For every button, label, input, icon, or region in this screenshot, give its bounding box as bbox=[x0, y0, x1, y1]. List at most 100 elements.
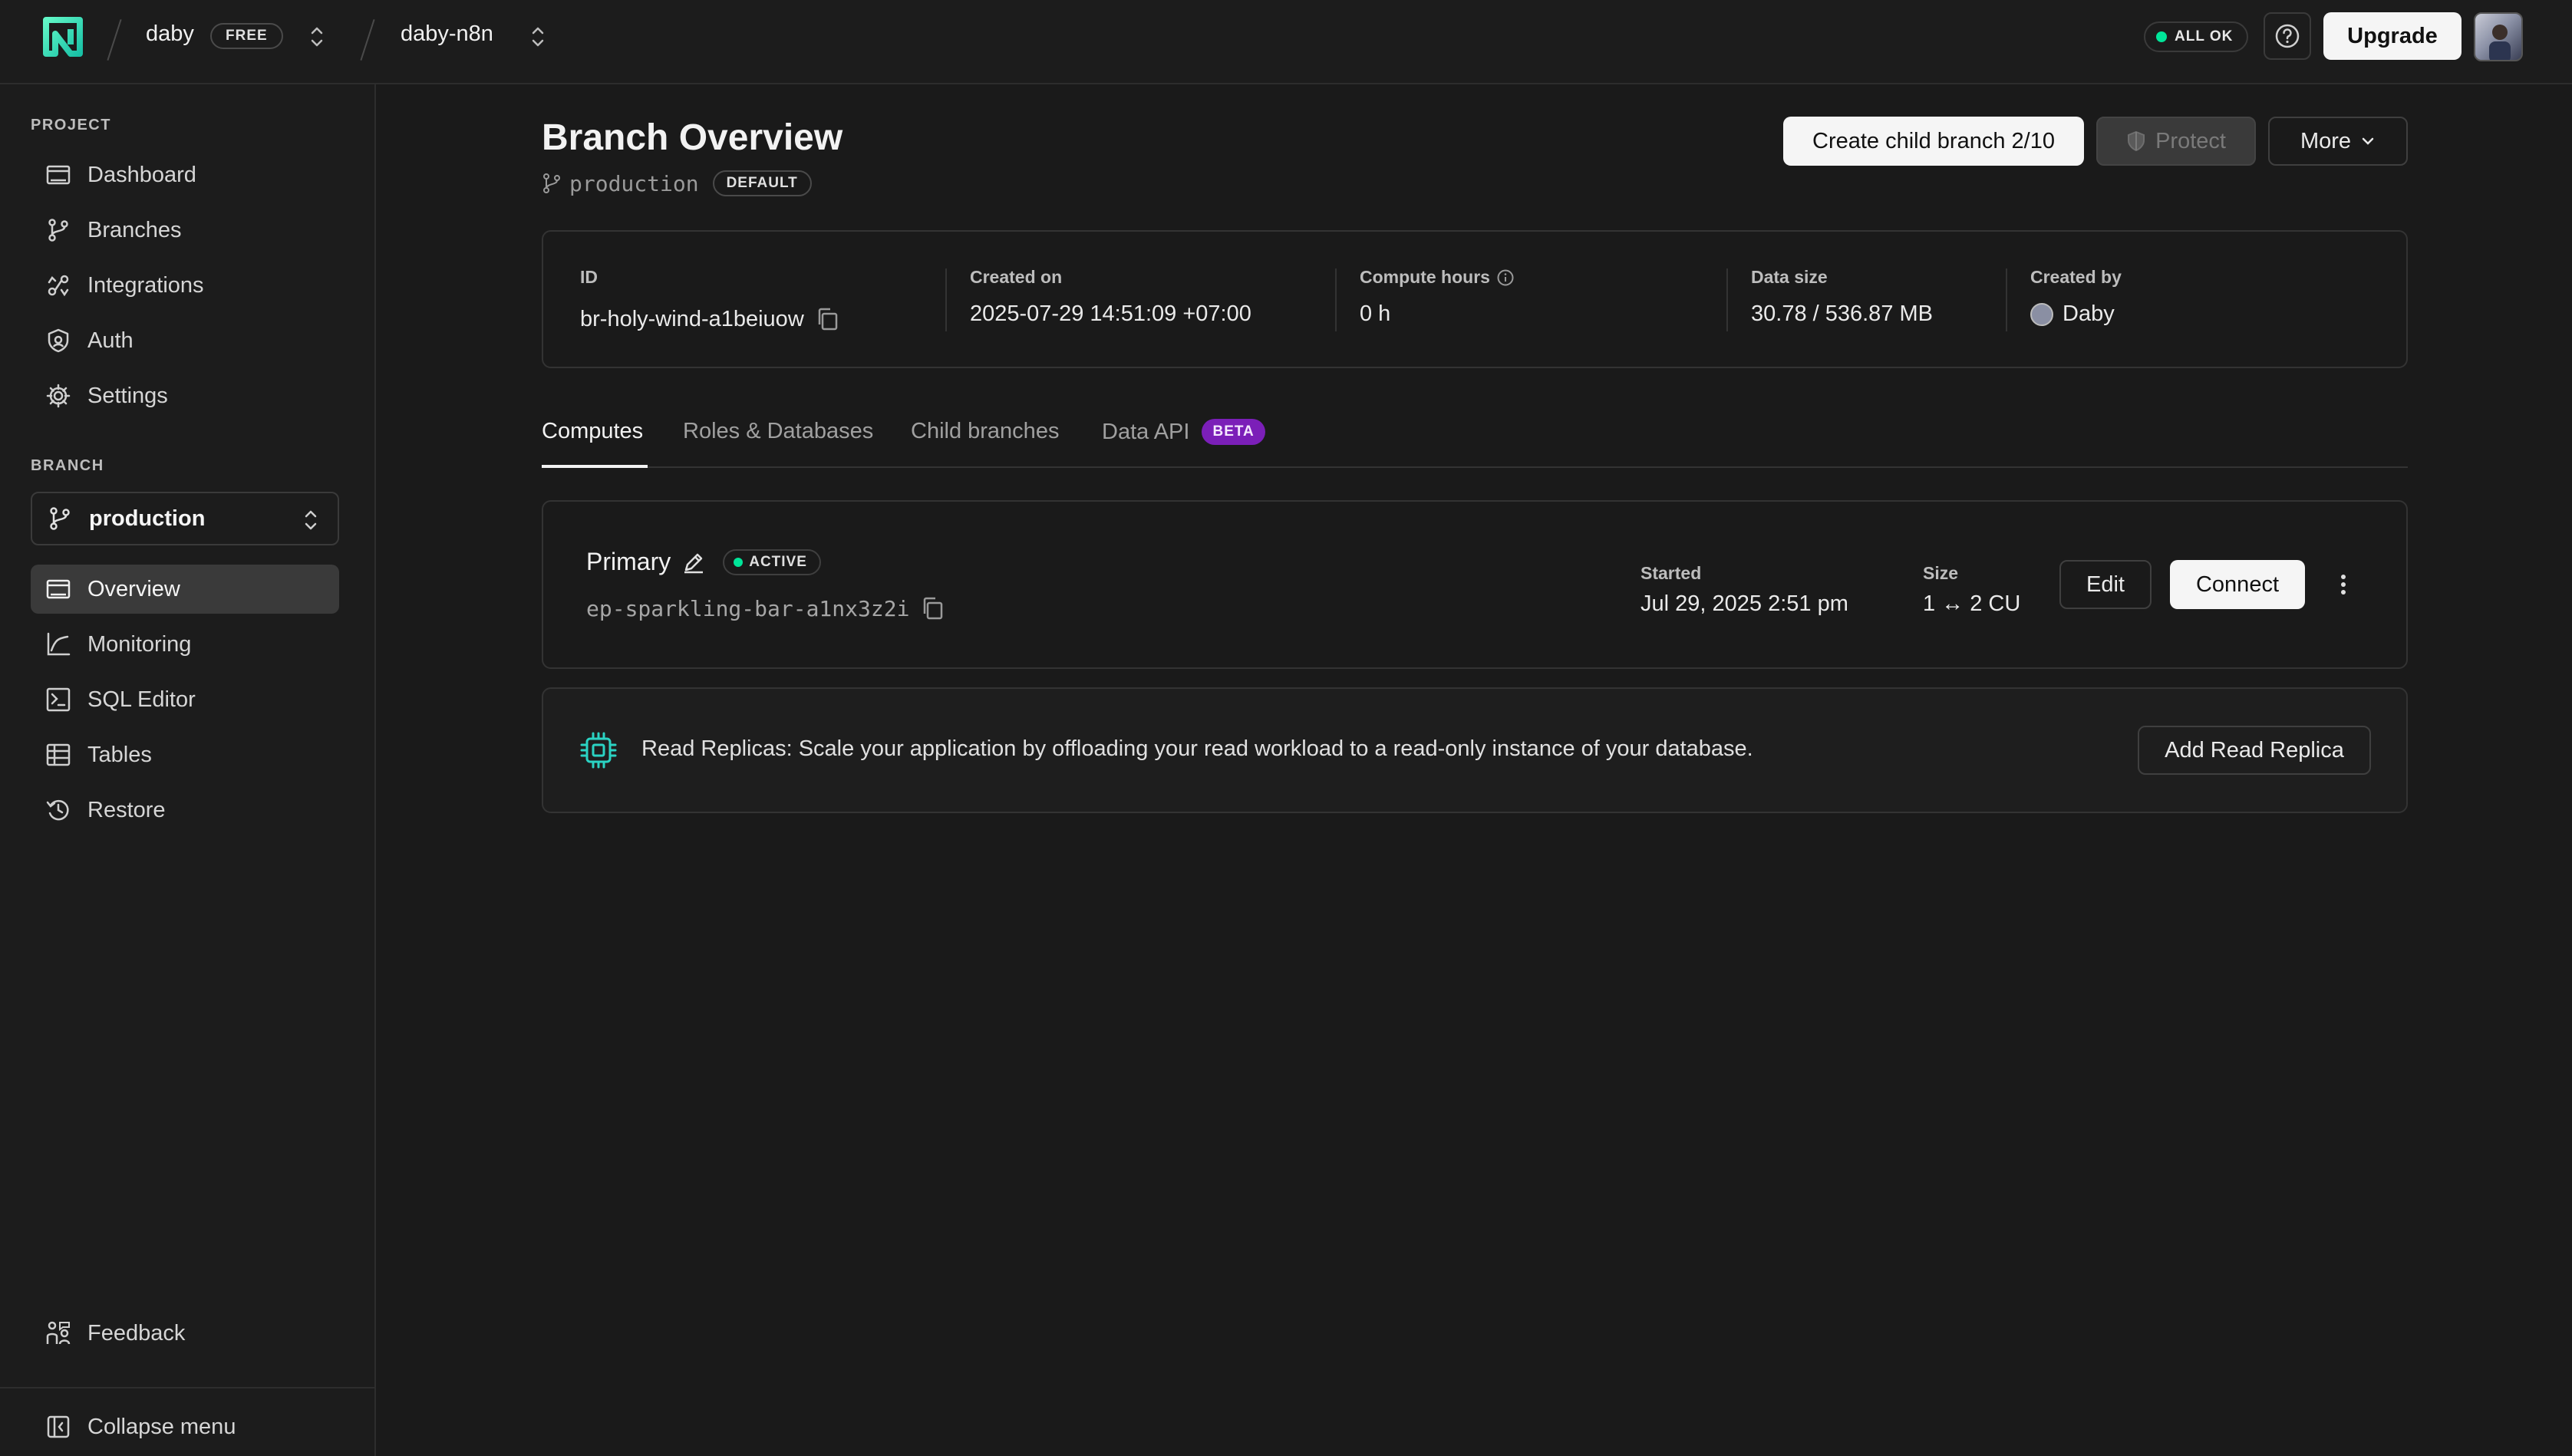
sidebar-item-label: Tables bbox=[87, 742, 152, 767]
system-status-badge[interactable]: ALL OK bbox=[2144, 21, 2249, 52]
compute-hours-field: Compute hours 0 h bbox=[1360, 267, 1515, 327]
tab-data-api[interactable]: Data API BETA bbox=[1102, 419, 1265, 445]
branch-id-value: br-holy-wind-a1beiuow bbox=[580, 306, 804, 331]
created-by-value: Daby bbox=[2063, 301, 2115, 326]
creator-avatar bbox=[2030, 302, 2053, 326]
size-label: Size bbox=[1923, 563, 1959, 583]
feedback-icon bbox=[46, 1321, 71, 1345]
auth-icon bbox=[48, 328, 69, 353]
tab-label: Data API bbox=[1102, 419, 1190, 444]
dashboard-icon bbox=[46, 165, 71, 185]
info-separator bbox=[1335, 268, 1337, 331]
sidebar-item-integrations[interactable]: Integrations bbox=[31, 261, 339, 310]
user-avatar[interactable] bbox=[2474, 12, 2523, 61]
project-section-label: PROJECT bbox=[31, 117, 111, 133]
connect-button[interactable]: Connect bbox=[2170, 560, 2305, 609]
plan-badge: FREE bbox=[210, 23, 283, 49]
more-label: More bbox=[2300, 128, 2352, 153]
read-replica-banner: Read Replicas: Scale your application by… bbox=[542, 687, 2408, 813]
protect-button[interactable]: Protect bbox=[2096, 117, 2256, 166]
help-icon bbox=[2275, 24, 2300, 48]
branch-id-field: ID br-holy-wind-a1beiuow bbox=[580, 267, 839, 332]
compute-hours-label: Compute hours bbox=[1360, 267, 1490, 287]
protect-label: Protect bbox=[2155, 128, 2226, 153]
info-icon[interactable] bbox=[1496, 268, 1515, 287]
status-dot-icon bbox=[2156, 31, 2167, 42]
compute-status-badge: ACTIVE bbox=[723, 548, 821, 575]
sidebar-item-label: Integrations bbox=[87, 272, 204, 298]
feedback-button[interactable]: Feedback bbox=[31, 1309, 339, 1358]
project-name[interactable]: daby-n8n bbox=[401, 21, 493, 47]
created-on-field: Created on 2025-07-29 14:51:09 +07:00 bbox=[970, 267, 1251, 327]
sidebar-item-restore[interactable]: Restore bbox=[31, 786, 339, 835]
upgrade-button[interactable]: Upgrade bbox=[2323, 12, 2462, 60]
integrations-icon bbox=[48, 275, 69, 297]
current-branch: production DEFAULT bbox=[542, 170, 812, 196]
sidebar-item-label: Restore bbox=[87, 797, 166, 822]
sidebar-item-dashboard[interactable]: Dashboard bbox=[31, 150, 339, 199]
size-field: Size 1 ↔ 2 CU bbox=[1923, 563, 2020, 617]
copy-icon[interactable] bbox=[815, 306, 839, 332]
tab-roles-databases[interactable]: Roles & Databases bbox=[683, 419, 873, 444]
sidebar-item-label: Auth bbox=[87, 328, 134, 353]
created-by-label: Created by bbox=[2030, 267, 2122, 287]
cpu-chip-icon bbox=[579, 730, 618, 770]
sql-editor-icon bbox=[46, 687, 71, 712]
id-label: ID bbox=[580, 267, 598, 287]
breadcrumb-separator bbox=[360, 19, 375, 61]
info-separator bbox=[1726, 268, 1728, 331]
pencil-icon[interactable] bbox=[681, 550, 706, 575]
tab-child-branches[interactable]: Child branches bbox=[911, 419, 1059, 444]
sidebar-item-tables[interactable]: Tables bbox=[31, 730, 339, 779]
org-name[interactable]: daby bbox=[146, 21, 194, 47]
sidebar-item-monitoring[interactable]: Monitoring bbox=[31, 620, 339, 669]
project-switcher-icon[interactable] bbox=[529, 23, 546, 51]
sidebar: PROJECT Dashboard Branches Integrations … bbox=[0, 84, 376, 1456]
compute-card: Primary ACTIVE ep-sparkling-bar-a1nx3z2i… bbox=[542, 500, 2408, 669]
copy-icon[interactable] bbox=[920, 595, 945, 621]
tables-icon bbox=[46, 743, 71, 766]
sidebar-item-overview[interactable]: Overview bbox=[31, 565, 339, 614]
org-switcher-icon[interactable] bbox=[308, 23, 325, 51]
created-on-value: 2025-07-29 14:51:09 +07:00 bbox=[970, 301, 1251, 326]
tab-label: Child branches bbox=[911, 419, 1060, 443]
branch-section-label: BRANCH bbox=[31, 457, 104, 474]
sidebar-item-branches[interactable]: Branches bbox=[31, 206, 339, 255]
branches-icon bbox=[48, 219, 68, 242]
create-child-branch-button[interactable]: Create child branch 2/10 bbox=[1783, 117, 2084, 166]
sidebar-item-settings[interactable]: Settings bbox=[31, 371, 339, 420]
help-button[interactable] bbox=[2264, 12, 2311, 60]
tab-label: Roles & Databases bbox=[683, 419, 874, 443]
restore-icon bbox=[46, 799, 69, 821]
beta-badge: BETA bbox=[1202, 419, 1265, 445]
edit-compute-button[interactable]: Edit bbox=[2059, 560, 2152, 609]
sidebar-item-auth[interactable]: Auth bbox=[31, 316, 339, 365]
overview-icon bbox=[46, 579, 71, 599]
tab-label: Computes bbox=[542, 419, 644, 443]
more-dropdown-button[interactable]: More bbox=[2268, 117, 2408, 166]
tab-computes[interactable]: Computes bbox=[542, 419, 643, 444]
vertical-dots-icon bbox=[2341, 575, 2346, 595]
compute-name: Primary bbox=[586, 548, 671, 575]
size-value: 1 ↔ 2 CU bbox=[1923, 591, 2021, 616]
top-bar: daby FREE daby-n8n ALL OK Upgrade bbox=[0, 0, 2572, 84]
sidebar-item-label: SQL Editor bbox=[87, 687, 196, 712]
created-on-label: Created on bbox=[970, 267, 1063, 287]
shield-icon bbox=[2128, 130, 2145, 152]
add-read-replica-button[interactable]: Add Read Replica bbox=[2138, 726, 2371, 775]
branch-info-card: ID br-holy-wind-a1beiuow Created on 2025… bbox=[542, 230, 2408, 368]
collapse-menu-button[interactable]: Collapse menu bbox=[31, 1402, 339, 1451]
started-field: Started Jul 29, 2025 2:51 pm bbox=[1640, 563, 1848, 617]
info-separator bbox=[945, 268, 947, 331]
data-size-label: Data size bbox=[1751, 267, 1828, 287]
branch-selector[interactable]: production bbox=[31, 492, 339, 545]
sidebar-divider bbox=[0, 1387, 376, 1388]
started-label: Started bbox=[1640, 563, 1702, 583]
sidebar-item-sql-editor[interactable]: SQL Editor bbox=[31, 675, 339, 724]
compute-more-options-button[interactable] bbox=[2328, 568, 2359, 601]
endpoint-id: ep-sparkling-bar-a1nx3z2i bbox=[586, 595, 910, 621]
collapse-sidebar-icon bbox=[47, 1415, 70, 1438]
default-badge: DEFAULT bbox=[712, 170, 812, 196]
info-separator bbox=[2006, 268, 2007, 331]
neon-logo-icon[interactable] bbox=[41, 15, 84, 58]
